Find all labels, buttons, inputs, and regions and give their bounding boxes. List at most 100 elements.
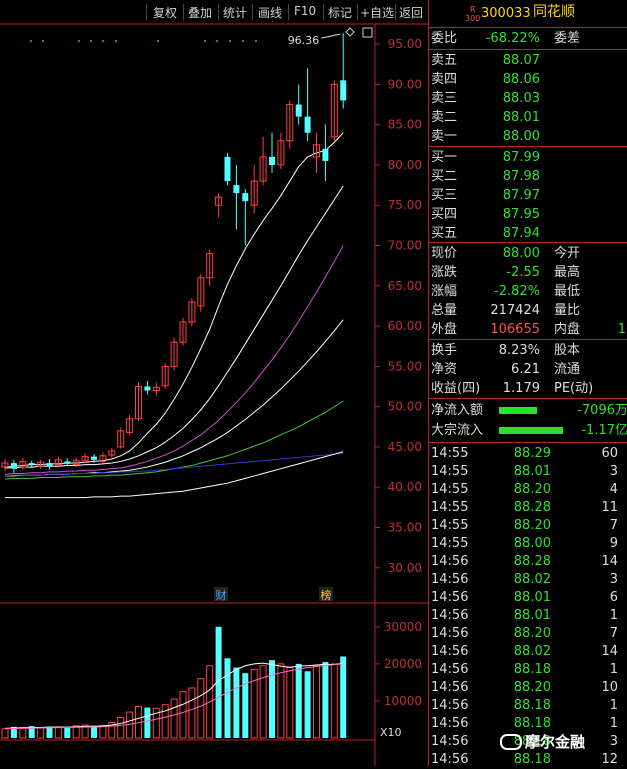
tick-row: 14:55 88.29 60 bbox=[429, 444, 627, 463]
tick-price: 88.18 bbox=[513, 698, 551, 713]
price-tick-label: 65.00 bbox=[388, 279, 422, 293]
candle-body bbox=[340, 80, 347, 101]
kline-chart[interactable]: 95.00 90.00 85.00 80.00 75.00 70.00 65.00 60.00… bbox=[0, 0, 428, 766]
ask-label: 卖四 bbox=[431, 72, 458, 87]
tick-volume: 7 bbox=[609, 518, 618, 533]
candle-body bbox=[10, 463, 17, 469]
tick-price: 88.01 bbox=[513, 464, 551, 479]
tick-time: 14:56 bbox=[431, 626, 469, 641]
volume-bar bbox=[170, 698, 178, 739]
volume-bar bbox=[233, 667, 240, 738]
stat-label: 涨幅 bbox=[431, 284, 458, 299]
tick-time: 14:56 bbox=[431, 680, 469, 695]
tick-price: 88.02 bbox=[513, 572, 551, 587]
tick-row: 14:56 88.01 6 bbox=[429, 588, 627, 607]
tick-volume: 6 bbox=[609, 590, 618, 605]
stat-value: 106655 bbox=[490, 322, 540, 337]
candle-body bbox=[28, 463, 35, 465]
chart-grid bbox=[0, 23, 428, 766]
volume-bar bbox=[304, 671, 311, 738]
finance-label-2: 股本 bbox=[554, 343, 581, 358]
stat-label-2: 最低 bbox=[554, 284, 581, 299]
tick-volume: 11 bbox=[601, 500, 618, 515]
bid-label: 买三 bbox=[431, 188, 458, 203]
candle-body bbox=[233, 185, 240, 194]
flow-bar bbox=[499, 427, 563, 434]
stat-row: 外盘 106655 内盘 1 bbox=[429, 320, 627, 339]
signal-dot bbox=[229, 40, 231, 42]
signal-dot bbox=[242, 40, 244, 42]
volume-unit-label: X10 bbox=[380, 726, 402, 739]
tick-volume: 14 bbox=[601, 644, 618, 659]
volume-bar bbox=[37, 727, 45, 739]
finance-value: 1.179 bbox=[502, 381, 540, 396]
price-tick-label: 80.00 bbox=[388, 158, 422, 172]
ask-price: 88.06 bbox=[502, 72, 540, 87]
divider bbox=[429, 398, 627, 399]
stat-label-2: 量比 bbox=[554, 303, 581, 318]
bid-level-row: 买三 87.97 bbox=[429, 186, 627, 205]
order-ratio-row: 委比 -68.22% 委差 bbox=[429, 29, 627, 48]
ma-line bbox=[4, 132, 344, 468]
ask-label: 卖三 bbox=[431, 91, 458, 106]
volume-bar bbox=[322, 662, 329, 738]
tick-time: 14:55 bbox=[431, 518, 469, 533]
finance-label-2: PE(动) bbox=[554, 381, 594, 396]
tick-time: 14:56 bbox=[431, 608, 469, 623]
finance-row: 收益(四) 1.179 PE(动) bbox=[429, 379, 627, 398]
price-tick-label: 95.00 bbox=[388, 37, 422, 51]
candle-body bbox=[304, 116, 311, 133]
order-ratio-label: 委比 bbox=[431, 31, 458, 46]
finance-label-2: 流通 bbox=[554, 362, 581, 377]
stat-value-2: 1 bbox=[617, 322, 626, 337]
tick-time: 14:56 bbox=[431, 716, 469, 731]
stat-row: 现价 88.00 今开 bbox=[429, 244, 627, 263]
signal-dot bbox=[90, 40, 92, 42]
flow-bar bbox=[499, 407, 537, 414]
max-price-label: 96.36 bbox=[288, 34, 320, 47]
ask-label: 卖一 bbox=[431, 129, 458, 144]
tick-row: 14:56 88.02 3 bbox=[429, 570, 627, 589]
tick-row: 14:56 88.18 1 bbox=[429, 696, 627, 715]
tick-time: 14:56 bbox=[431, 590, 469, 605]
tick-row: 14:56 88.18 12 bbox=[429, 750, 627, 769]
candle-body bbox=[46, 463, 53, 467]
bid-price: 87.94 bbox=[502, 226, 540, 241]
stock-name: 同花顺 bbox=[533, 4, 575, 20]
stat-label-2: 今开 bbox=[554, 246, 581, 261]
tick-time: 14:56 bbox=[431, 752, 469, 767]
price-axis: 95.00 90.00 85.00 80.00 75.00 70.00 65.00 60.00… bbox=[375, 37, 422, 575]
tick-price: 88.29 bbox=[513, 446, 551, 461]
tick-volume: 3 bbox=[609, 734, 618, 749]
tick-time: 14:55 bbox=[431, 500, 469, 515]
tick-price: 88.20 bbox=[513, 626, 551, 641]
price-tick-label: 45.00 bbox=[388, 440, 422, 454]
price-tick-label: 55.00 bbox=[388, 359, 422, 373]
divider bbox=[429, 49, 627, 50]
volume-bar bbox=[188, 687, 196, 739]
price-tick-label: 70.00 bbox=[388, 239, 422, 253]
signal-dot bbox=[78, 40, 80, 42]
volume-bar bbox=[99, 724, 107, 739]
tick-price: 88.00 bbox=[513, 536, 551, 551]
finance-row: 净资 6.21 流通 bbox=[429, 360, 627, 379]
tick-price: 88.01 bbox=[513, 608, 551, 623]
tick-time: 14:56 bbox=[431, 698, 469, 713]
finance-label: 收益(四) bbox=[431, 381, 481, 396]
price-tick-label: 40.00 bbox=[388, 480, 422, 494]
bid-price: 87.98 bbox=[502, 169, 540, 184]
volume-bar bbox=[117, 717, 125, 739]
volume-tick-label: 20000 bbox=[384, 657, 422, 671]
stat-row: 涨幅 -2.82% 最低 bbox=[429, 282, 627, 301]
divider bbox=[429, 242, 627, 243]
stat-label: 现价 bbox=[431, 246, 458, 261]
stat-row: 总量 217424 量比 bbox=[429, 301, 627, 320]
flow-label: 净流入额 bbox=[431, 403, 484, 418]
ask-level-row: 卖五 88.07 bbox=[429, 51, 627, 70]
volume-bar bbox=[64, 727, 71, 738]
flow-row: 大宗流入 -1.17亿 bbox=[429, 421, 627, 440]
bid-label: 买四 bbox=[431, 207, 458, 222]
ask-level-row: 卖四 88.06 bbox=[429, 70, 627, 89]
quote-panel: R 300 300033 同花顺 委比 -68.22% 委差 卖五 88.07 卖四 8… bbox=[428, 0, 627, 769]
ask-level-row: 卖三 88.03 bbox=[429, 89, 627, 108]
